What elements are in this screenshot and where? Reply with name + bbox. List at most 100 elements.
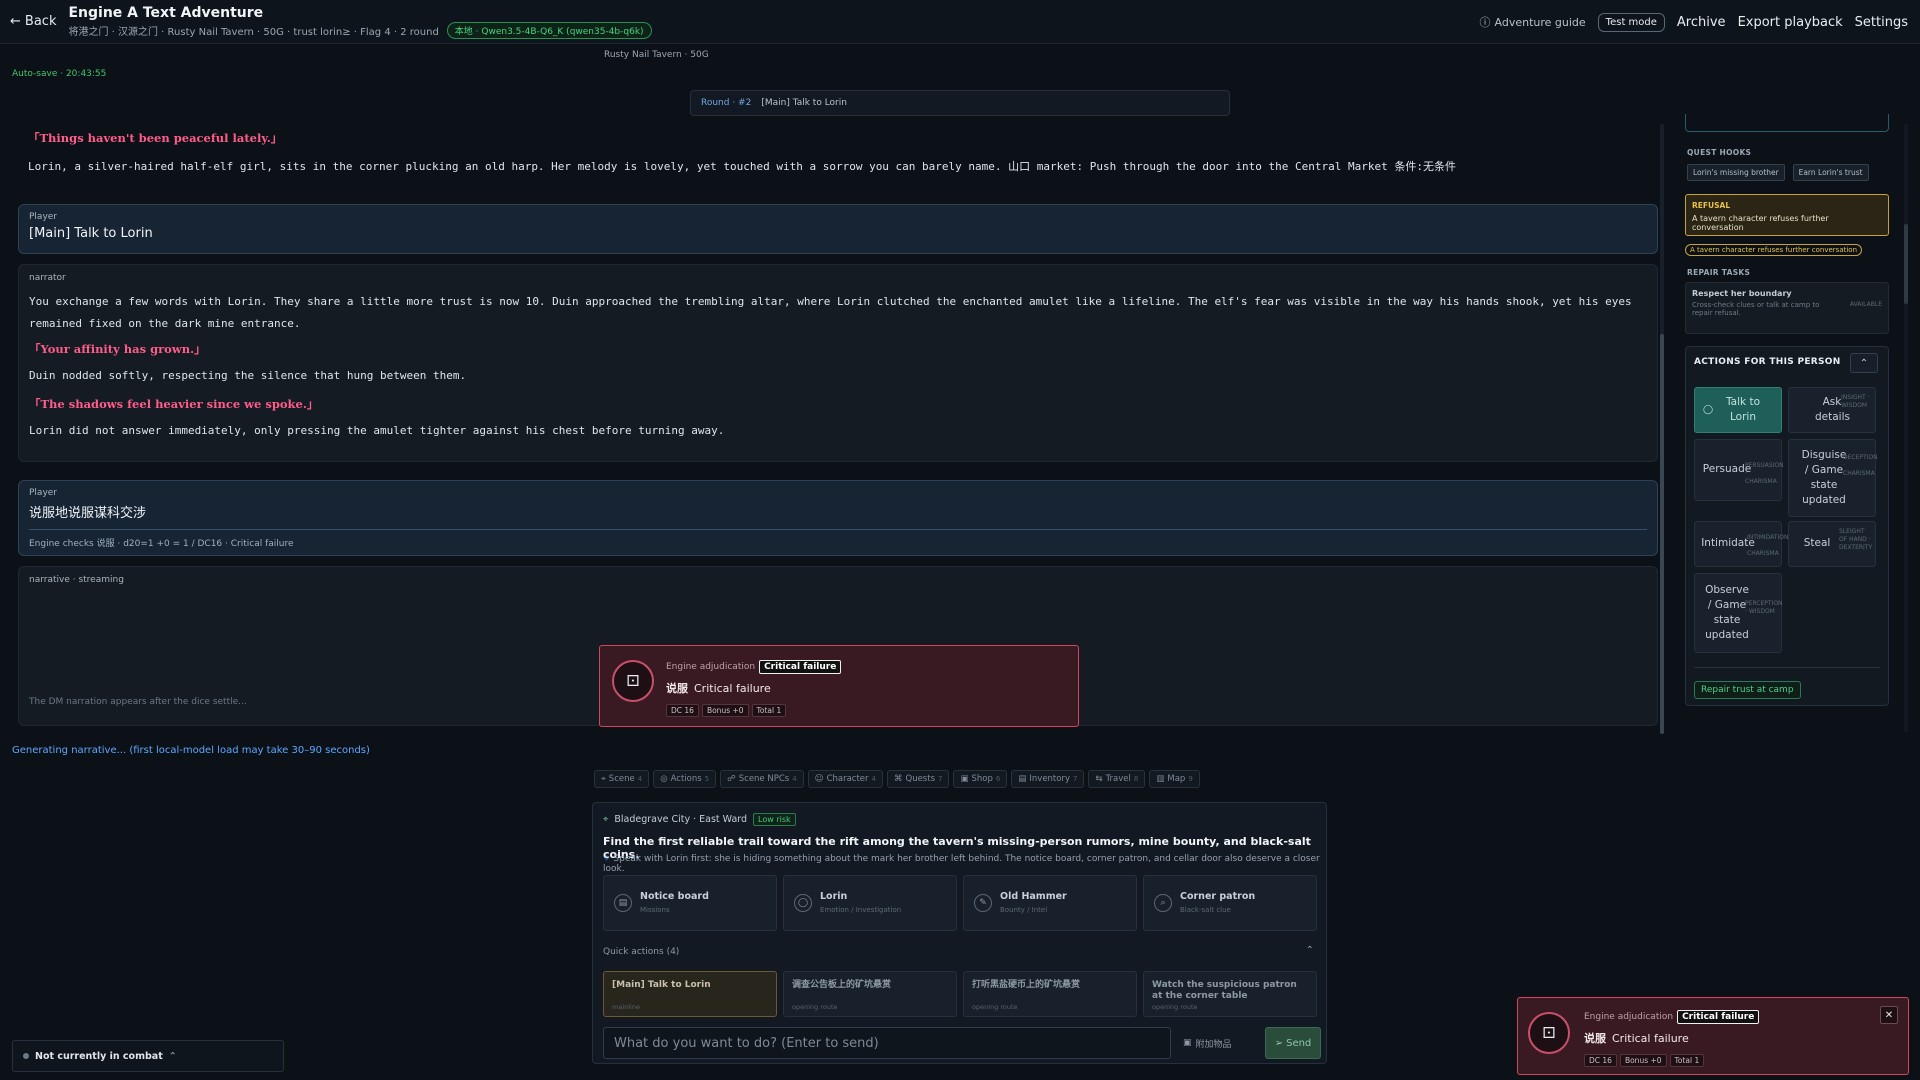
intimidate-button[interactable]: Intimidate INTIMIDATION · CHARISMA	[1694, 521, 1788, 567]
status-dot	[23, 1053, 29, 1059]
user-icon: ☺	[814, 774, 824, 784]
refusal-alert: REFUSAL A tavern character refuses furth…	[1685, 194, 1889, 236]
quick-action-sub: opening route	[1152, 1003, 1198, 1011]
observe-button[interactable]: Observe / Game state updated PERCEPTION …	[1694, 573, 1783, 653]
persuade-button[interactable]: Persuade PERSUASION · CHARISMA	[1694, 439, 1784, 501]
shop-icon: ▣	[960, 774, 969, 784]
attach-item-button[interactable]: ▣ 附加物品	[1183, 1027, 1257, 1059]
command-input[interactable]: What do you want to do? (Enter to send)	[603, 1027, 1171, 1059]
scene-location: ⌖ Bladegrave City · East Ward Low risk	[603, 813, 796, 826]
total-chip: Total 1	[1669, 1054, 1705, 1067]
npc-subtitle: Black-salt clue	[1180, 906, 1231, 914]
quick-action-title: Watch the suspicious patron at the corne…	[1152, 980, 1297, 1002]
persuade-label: Persuade	[1702, 463, 1752, 476]
dc-chip: DC 16	[1584, 1054, 1617, 1067]
tab-count: 6	[995, 775, 1001, 783]
persuade-skill-tag: PERSUASION · CHARISMA	[1745, 462, 1784, 485]
repair-task-status: AVAILABLE	[1849, 301, 1882, 308]
sidebar-scrollbar[interactable]	[1904, 124, 1908, 732]
tab-actions[interactable]: ◎ Actions 5	[653, 770, 717, 788]
back-button[interactable]: ← Back	[10, 14, 56, 29]
combat-status[interactable]: Not currently in combat ⌃	[12, 1040, 284, 1072]
quick-action[interactable]: 打听黑盐硬币上的矿坑悬赏 opening route	[963, 971, 1137, 1017]
quick-action[interactable]: 调查公告板上的矿坑悬赏 opening route	[783, 971, 957, 1017]
toast-chips: DC 16 Bonus +0 Total 1	[1584, 1054, 1759, 1067]
narrator-message: narrator You exchange a few words with L…	[18, 264, 1658, 462]
autosave-status: Auto-save · 20:43:55	[12, 69, 107, 79]
tab-travel[interactable]: ⇆ Travel 8	[1088, 770, 1146, 788]
tab-scene[interactable]: ⌖ Scene 4	[594, 770, 650, 788]
tab-shop[interactable]: ▣ Shop 6	[953, 770, 1008, 788]
quick-action-title: 打听黑盐硬币上的矿坑悬赏	[972, 980, 1081, 990]
arrow-left-icon: ←	[10, 14, 21, 29]
quest-hook-chip[interactable]: Earn Lorin's trust	[1792, 164, 1869, 181]
narrator-paragraph: You exchange a few words with Lorin. The…	[29, 295, 1632, 330]
chevron-up-icon[interactable]: ⌃	[1306, 945, 1314, 956]
story-scrollbar-thumb[interactable]	[1660, 334, 1664, 734]
disguise-button[interactable]: Disguise / Game state updated DECEPTION …	[1788, 439, 1878, 517]
npc-card-old-hammer[interactable]: ✎ Old Hammer Bounty / Intel	[963, 875, 1137, 931]
tab-label: Inventory	[1029, 774, 1070, 784]
player-text: [Main] Talk to Lorin	[29, 226, 153, 241]
tab-scene-npcs[interactable]: ☍ Scene NPCs 4	[720, 770, 804, 788]
sidebar-scrollbar-thumb[interactable]	[1904, 224, 1908, 304]
critical-failure-badge: Critical failure	[759, 660, 842, 674]
chat-icon: ◯	[794, 894, 812, 912]
adjudication-label: Engine adjudication	[1584, 1012, 1674, 1022]
tab-character[interactable]: ☺ Character 4	[807, 770, 883, 788]
narrator-quote: 「Your affinity has grown.」	[29, 342, 206, 356]
archive-button[interactable]: Archive	[1677, 15, 1726, 30]
quick-actions-label: Quick actions (4)	[603, 947, 680, 957]
tab-inventory[interactable]: ▤ Inventory 7	[1011, 770, 1085, 788]
intro-block: 「Things haven't been peaceful lately.」 L…	[28, 130, 1648, 174]
tab-label: Shop	[971, 774, 993, 784]
quick-action[interactable]: [Main] Talk to Lorin mainline	[603, 971, 777, 1017]
narrator-paragraph: Duin nodded softly, respecting the silen…	[29, 369, 467, 382]
collapse-button[interactable]: ⌃	[1850, 353, 1878, 373]
repair-trust-button[interactable]: Repair trust at camp	[1694, 681, 1801, 699]
steal-label: Steal	[1803, 537, 1831, 550]
quick-action[interactable]: Watch the suspicious patron at the corne…	[1143, 971, 1317, 1017]
tab-quests[interactable]: ⌘ Quests 7	[887, 770, 950, 788]
story-log[interactable]: 「Things haven't been peaceful lately.」 L…	[18, 120, 1658, 730]
tab-map[interactable]: ▥ Map 9	[1149, 770, 1200, 788]
story-scrollbar[interactable]	[1660, 124, 1664, 734]
npc-sidebar: QUEST HOOKS Lorin's missing brother Earn…	[1675, 114, 1899, 734]
npc-card-corner-patron[interactable]: ⌕ Corner patron Black-salt clue	[1143, 875, 1317, 931]
npc-card-lorin[interactable]: ◯ Lorin Emotion / Investigation	[783, 875, 957, 931]
target-icon: ◎	[660, 774, 668, 784]
adventure-guide-button[interactable]: ⓘ Adventure guide	[1480, 14, 1586, 30]
quest-hooks-title: QUEST HOOKS	[1687, 148, 1752, 157]
scene-location-name: Bladegrave City · East Ward	[614, 814, 748, 825]
adjudication-label: Engine adjudication	[666, 662, 756, 672]
npc-name: Notice board	[640, 891, 709, 902]
package-icon: ▣	[1183, 1038, 1192, 1048]
tab-count: 4	[792, 775, 797, 783]
tab-count: 4	[637, 775, 643, 783]
tab-count: 7	[1073, 775, 1078, 783]
route-icon: ⇆	[1095, 774, 1103, 784]
disguise-skill-tag: DECEPTION · CHARISMA	[1843, 454, 1878, 477]
users-icon: ☍	[727, 774, 736, 784]
steal-button[interactable]: Steal SLEIGHT OF HAND · DEXTERITY	[1788, 521, 1876, 567]
quick-action-sub: opening route	[972, 1003, 1018, 1011]
export-playback-button[interactable]: Export playback	[1738, 15, 1843, 30]
round-action: [Main] Talk to Lorin	[761, 98, 847, 108]
streaming-footer: The DM narration appears after the dice …	[29, 697, 247, 707]
talk-to-lorin-button[interactable]: ◯ Talk to Lorin	[1694, 387, 1782, 433]
repair-task-item[interactable]: Respect her boundary Cross-check clues o…	[1685, 282, 1889, 334]
settings-button[interactable]: Settings	[1855, 15, 1908, 30]
send-label: Send	[1286, 1037, 1312, 1049]
close-icon[interactable]: ✕	[1880, 1006, 1898, 1024]
result-text: Critical failure	[694, 682, 771, 695]
ask-details-button[interactable]: Ask details INSIGHT · WISDOM	[1788, 387, 1876, 433]
quest-hook-chip[interactable]: Lorin's missing brother	[1687, 164, 1785, 181]
adventure-guide-label: Adventure guide	[1494, 15, 1586, 29]
npc-card-notice-board[interactable]: ▤ Notice board Missions	[603, 875, 777, 931]
actions-divider	[1694, 667, 1880, 668]
tab-label: Actions	[670, 774, 702, 784]
test-mode-toggle[interactable]: Test mode	[1597, 12, 1665, 32]
send-button[interactable]: ➢ Send	[1265, 1027, 1321, 1059]
hammer-icon: ✎	[974, 894, 992, 912]
streaming-label: narrative · streaming	[29, 575, 124, 585]
